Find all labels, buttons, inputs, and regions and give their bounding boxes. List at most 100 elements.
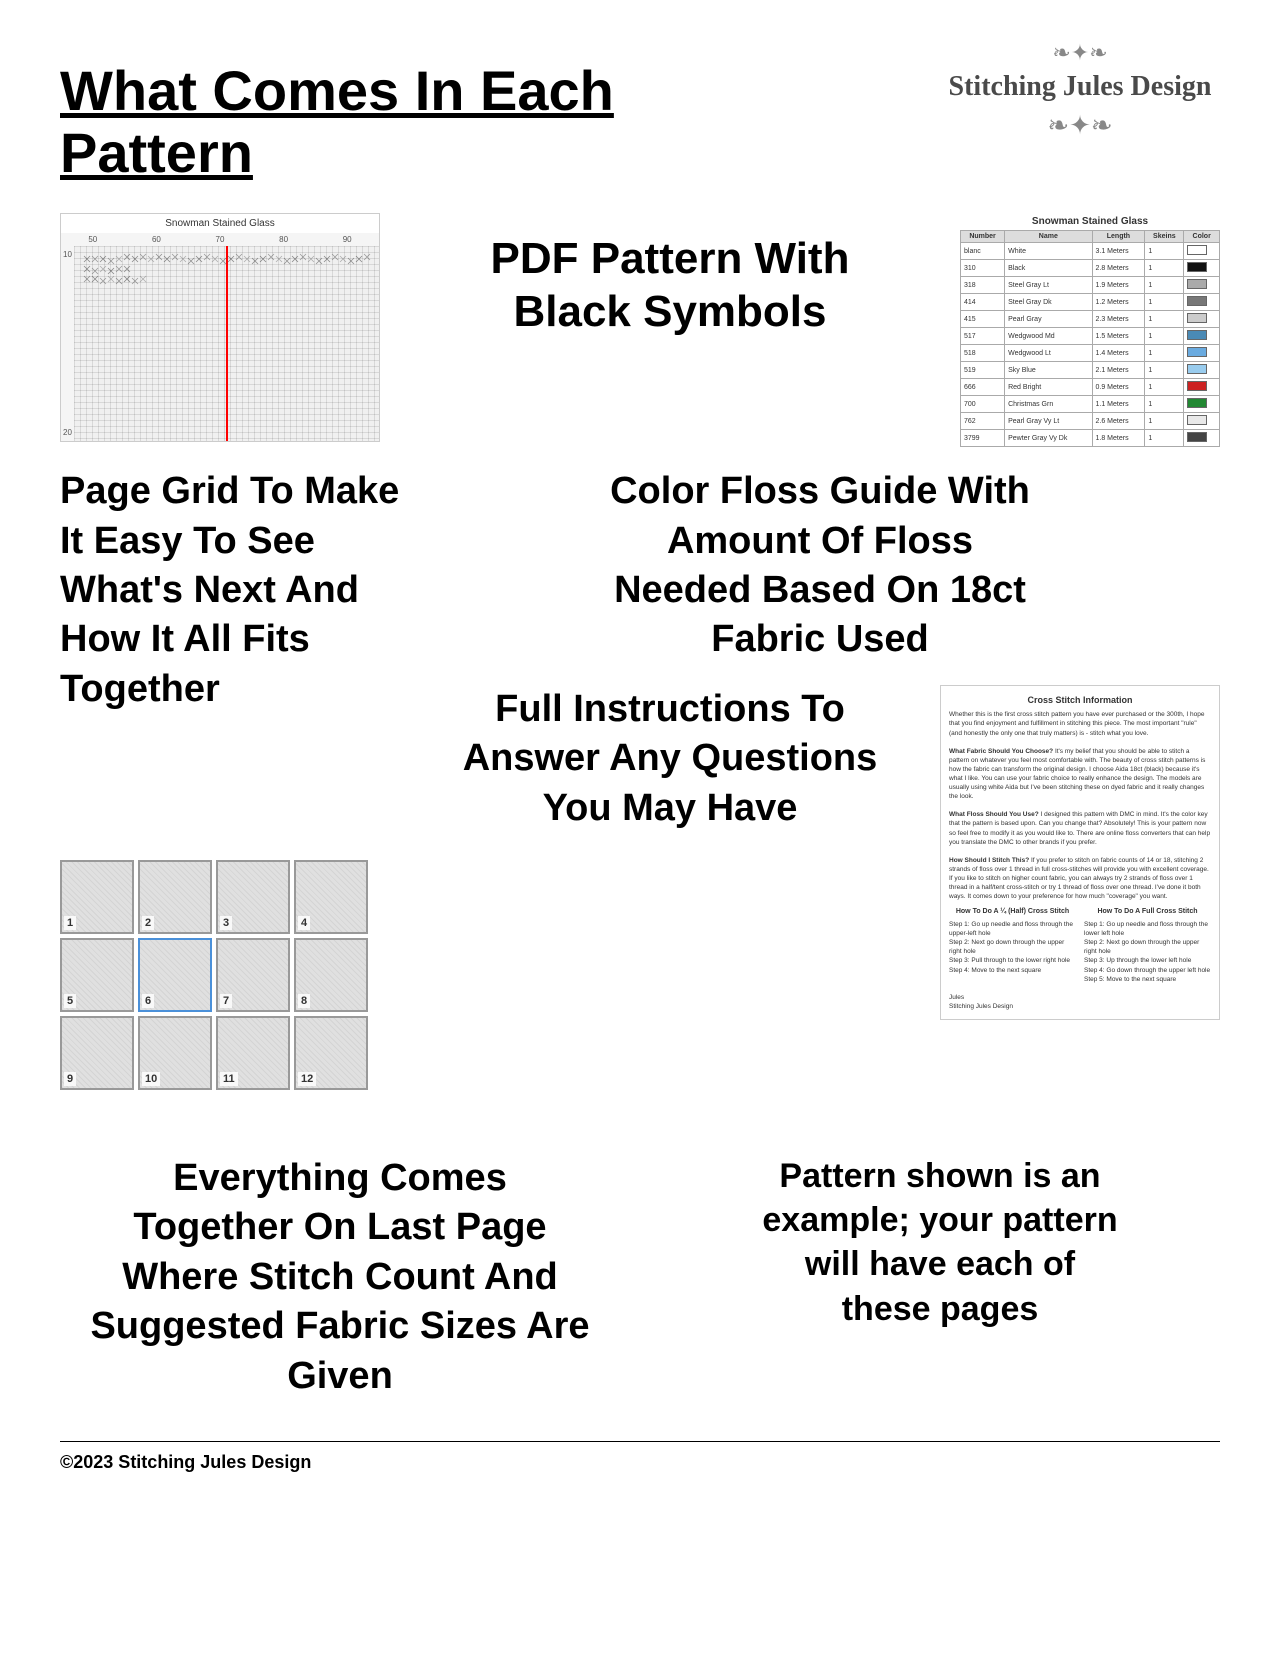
everything-line4: Suggested Fabric Sizes Are (90, 1305, 589, 1347)
instr-col-half: How To Do A ¼ (Half) Cross Stitch Step 1… (949, 907, 1076, 983)
floss-name: Steel Gray Dk (1005, 294, 1092, 311)
thumbnail-grid-wrapper: 123456789101112 (60, 860, 380, 1094)
floss-length: 2.6 Meters (1092, 413, 1145, 430)
instr-para3: What Floss Should You Use? I designed th… (949, 810, 1211, 846)
content-area: Snowman Stained Glass 50 60 70 80 90 10 … (60, 213, 1220, 1401)
floss-length: 1.4 Meters (1092, 345, 1145, 362)
floss-color-swatch (1184, 413, 1220, 430)
thumb-num: 5 (64, 994, 76, 1008)
pattern-note-line3: will have each of (805, 1245, 1075, 1283)
floss-num: 414 (961, 294, 1005, 311)
instr-col-full: How To Do A Full Cross Stitch Step 1: Go… (1084, 907, 1211, 983)
floss-skeins: 1 (1145, 379, 1184, 396)
row-label: 10 (63, 250, 72, 259)
instructions-document: Cross Stitch Information Whether this is… (940, 685, 1220, 1020)
floss-skeins: 1 (1145, 277, 1184, 294)
everything-line1: Everything Comes (173, 1157, 507, 1199)
thumbnail-row: 1 2 34 (60, 860, 380, 934)
full-instr-line3: You May Have (543, 787, 798, 829)
thumbnail-cell: 9 (60, 1016, 134, 1090)
pattern-image-mock: Snowman Stained Glass 50 60 70 80 90 10 … (60, 213, 380, 442)
floss-skeins: 1 (1145, 311, 1184, 328)
floss-name: White (1005, 243, 1092, 260)
floss-num: 518 (961, 345, 1005, 362)
floss-color-swatch (1184, 277, 1220, 294)
page: What Comes In Each Pattern ❧✦❧ Stitching… (0, 0, 1280, 1657)
floss-name: Black (1005, 260, 1092, 277)
floss-length: 0.9 Meters (1092, 379, 1145, 396)
how-to-full-steps: Step 1: Go up needle and floss through t… (1084, 920, 1211, 984)
floss-skeins: 1 (1145, 328, 1184, 345)
floss-length: 2.1 Meters (1092, 362, 1145, 379)
floss-skeins: 1 (1145, 396, 1184, 413)
col-skeins: Skeins (1145, 231, 1184, 243)
instr-para2-title: What Fabric Should You Choose? (949, 748, 1053, 755)
floss-num: 318 (961, 277, 1005, 294)
thumbnail-grid: 123456789101112 (60, 860, 380, 1090)
floss-row: 762 Pearl Gray Vy Lt 2.6 Meters 1 (961, 413, 1220, 430)
floss-color-swatch (1184, 260, 1220, 277)
floss-name: Pearl Gray (1005, 311, 1092, 328)
floss-name: Christmas Grn (1005, 396, 1092, 413)
floss-name: Steel Gray Lt (1005, 277, 1092, 294)
thumb-num: 7 (220, 994, 232, 1008)
axis-label: 70 (216, 235, 225, 244)
page-grid-text-area: Page Grid To Make It Easy To See What's … (60, 467, 400, 714)
thumb-num: 11 (220, 1072, 238, 1086)
thumb-num: 8 (298, 994, 310, 1008)
axis-label: 60 (152, 235, 161, 244)
floss-color-swatch (1184, 379, 1220, 396)
floss-row: 666 Red Bright 0.9 Meters 1 (961, 379, 1220, 396)
floss-color-swatch (1184, 345, 1220, 362)
page-grid-text: Page Grid To Make It Easy To See What's … (60, 467, 400, 714)
pattern-note-line1: Pattern shown is an (779, 1157, 1100, 1195)
pattern-note: Pattern shown is an example; your patter… (660, 1154, 1220, 1331)
pattern-body: 10 20 (61, 246, 379, 441)
thumbnail-cell: 1 (60, 860, 134, 934)
pdf-text-block: PDF Pattern With Black Symbols (400, 213, 940, 359)
floss-length: 1.5 Meters (1092, 328, 1145, 345)
thumbnail-cell: 7 (216, 938, 290, 1012)
floss-length: 3.1 Meters (1092, 243, 1145, 260)
floss-row: 517 Wedgwood Md 1.5 Meters 1 (961, 328, 1220, 345)
floss-skeins: 1 (1145, 345, 1184, 362)
row-labels: 10 20 (61, 246, 74, 441)
floss-num: 762 (961, 413, 1005, 430)
floss-name: Wedgwood Md (1005, 328, 1092, 345)
everything-text: Everything Comes Together On Last Page W… (60, 1154, 620, 1401)
full-instructions-text: Full Instructions To Answer Any Question… (420, 685, 920, 833)
floss-row: 700 Christmas Grn 1.1 Meters 1 (961, 396, 1220, 413)
floss-name: Sky Blue (1005, 362, 1092, 379)
floss-table: Number Name Length Skeins Color blanc Wh… (960, 230, 1220, 447)
col-length: Length (1092, 231, 1145, 243)
floss-length: 2.8 Meters (1092, 260, 1145, 277)
floss-row: 518 Wedgwood Lt 1.4 Meters 1 (961, 345, 1220, 362)
floss-num: blanc (961, 243, 1005, 260)
pattern-note-line2: example; your pattern (762, 1201, 1117, 1239)
pdf-text-line2: Black Symbols (513, 287, 826, 336)
thumbnail-row: 9101112 (60, 1016, 380, 1090)
footer: ©2023 Stitching Jules Design (60, 1441, 1220, 1473)
logo-area: ❧✦❧ Stitching Jules Design ❧✦❧ (940, 40, 1220, 141)
col-name: Name (1005, 231, 1092, 243)
pattern-preview: Snowman Stained Glass 50 60 70 80 90 10 … (60, 213, 380, 442)
header: What Comes In Each Pattern ❧✦❧ Stitching… (60, 40, 1220, 183)
logo-ornament-bottom: ❧✦❧ (1047, 110, 1112, 141)
floss-color-swatch (1184, 396, 1220, 413)
instr-doc-title: Cross Stitch Information (949, 694, 1211, 707)
thumbnail-cell: 10 (138, 1016, 212, 1090)
floss-num: 415 (961, 311, 1005, 328)
floss-length: 1.9 Meters (1092, 277, 1145, 294)
instr-two-col: How To Do A ¼ (Half) Cross Stitch Step 1… (949, 907, 1211, 983)
thumb-num: 4 (298, 916, 310, 930)
everything-line2: Together On Last Page (133, 1206, 546, 1248)
thumbnail-cell: 3 (216, 860, 290, 934)
thumb-num: 1 (64, 916, 76, 930)
floss-skeins: 1 (1145, 430, 1184, 447)
color-floss-text-area: Color Floss Guide With Amount Of Floss N… (420, 467, 1220, 665)
color-floss-line3: Needed Based On 18ct (614, 569, 1026, 611)
row-label: 20 (63, 428, 72, 437)
thumb-num: 9 (64, 1072, 76, 1086)
thumb-num: 2 (142, 916, 154, 930)
grid-lines (74, 246, 379, 441)
